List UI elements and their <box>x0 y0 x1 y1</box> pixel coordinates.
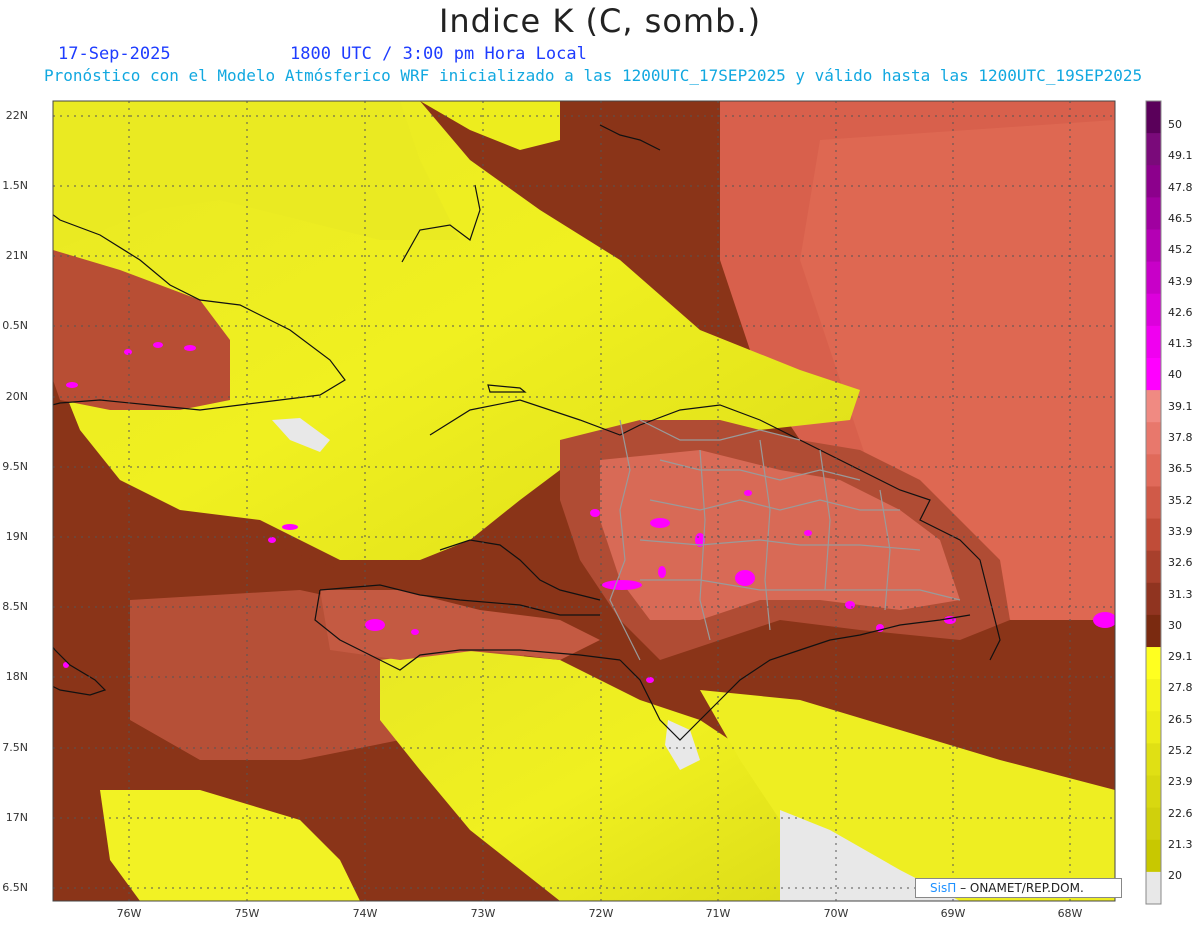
colorbar-label: 32.6 <box>1168 556 1193 570</box>
colorbar-swatch <box>1146 229 1161 263</box>
colorbar-swatch <box>1146 775 1161 809</box>
latitude-label: 7.5N <box>2 741 28 754</box>
longitude-label: 76W <box>116 907 142 920</box>
colorbar-label: 30 <box>1168 618 1182 632</box>
colorbar-swatch <box>1146 165 1161 198</box>
colorbar-label: 23.9 <box>1168 775 1193 789</box>
colorbar-label: 33.9 <box>1168 524 1193 538</box>
colorbar-swatch <box>1146 101 1161 134</box>
colorbar-label: 35.2 <box>1168 493 1193 507</box>
k-index-map <box>52 100 1162 905</box>
colorbar-label: 39.1 <box>1168 399 1193 413</box>
colorbar-swatch <box>1146 357 1161 391</box>
colorbar-label: 29.1 <box>1168 650 1193 664</box>
colorbar-swatch <box>1146 486 1161 520</box>
colorbar-swatch <box>1146 711 1161 744</box>
colorbar-label: 49.1 <box>1168 149 1193 163</box>
colorbar-swatch <box>1146 197 1161 230</box>
colorbar-label: 37.8 <box>1168 431 1193 444</box>
colorbar-label: 22.6 <box>1168 806 1193 820</box>
longitude-label: 68W <box>1057 907 1083 920</box>
colorbar-label: 43.9 <box>1168 274 1193 288</box>
latitude-label: 1.5N <box>2 179 28 192</box>
colorbar-label: 25.2 <box>1168 744 1193 757</box>
colorbar-swatch <box>1146 454 1161 487</box>
longitude-label: 73W <box>470 907 496 920</box>
colorbar-swatch <box>1146 807 1161 841</box>
colorbar-swatch <box>1146 261 1161 295</box>
colorbar-label: 45.2 <box>1168 243 1193 257</box>
latitude-label: 21N <box>5 249 28 262</box>
colorbar-swatch <box>1146 390 1161 423</box>
credit-brand: SisΠ <box>930 881 957 895</box>
longitude-label: 69W <box>940 907 966 920</box>
colorbar-label: 21.3 <box>1168 837 1193 851</box>
latitude-label: 8.5N <box>2 600 28 613</box>
colorbar-label: 40 <box>1168 368 1182 382</box>
latitude-label: 9.5N <box>2 460 28 473</box>
colorbar-swatch <box>1146 679 1161 712</box>
longitude-label: 70W <box>823 907 849 920</box>
latitude-label: 22N <box>5 109 28 122</box>
colorbar-label: 42.6 <box>1168 305 1193 319</box>
latitude-label: 19N <box>5 530 28 543</box>
credit-box: SisΠ – ONAMET/REP.DOM. <box>915 878 1122 898</box>
contour-field <box>53 101 1115 901</box>
latitude-label: 6.5N <box>2 881 28 894</box>
colorbar-label: 31.3 <box>1168 587 1193 601</box>
colorbar-swatch <box>1146 293 1161 327</box>
colorbar-swatch <box>1146 839 1161 873</box>
latitude-label: 0.5N <box>2 319 28 332</box>
colorbar-swatch <box>1146 325 1161 359</box>
colorbar-swatch <box>1146 550 1161 584</box>
colorbar-swatch <box>1146 133 1161 166</box>
latitude-label: 18N <box>5 670 28 683</box>
longitude-label: 75W <box>234 907 260 920</box>
colorbar-swatch <box>1146 647 1161 680</box>
credit-text: – ONAMET/REP.DOM. <box>960 881 1084 895</box>
colorbar-swatch <box>1146 871 1161 905</box>
colorbar-label: 36.5 <box>1168 462 1193 476</box>
colorbar-swatch <box>1146 518 1161 552</box>
colorbar-label: 27.8 <box>1168 681 1193 695</box>
colorbar-label: 20 <box>1168 869 1182 883</box>
latitude-label: 20N <box>5 390 28 403</box>
colorbar-label: 47.8 <box>1168 180 1193 194</box>
colorbar <box>1145 100 1162 905</box>
colorbar-label: 26.5 <box>1168 712 1193 726</box>
longitude-label: 72W <box>588 907 614 920</box>
colorbar-label: 46.5 <box>1168 211 1193 225</box>
longitude-label: 71W <box>705 907 731 920</box>
colorbar-label: 41.3 <box>1168 337 1193 351</box>
longitude-label: 74W <box>352 907 378 920</box>
colorbar-swatch <box>1146 614 1161 648</box>
colorbar-swatch <box>1146 743 1161 777</box>
colorbar-swatch <box>1146 582 1161 616</box>
colorbar-label: 50 <box>1168 118 1182 131</box>
colorbar-swatch <box>1146 422 1161 455</box>
latitude-label: 17N <box>5 811 28 824</box>
